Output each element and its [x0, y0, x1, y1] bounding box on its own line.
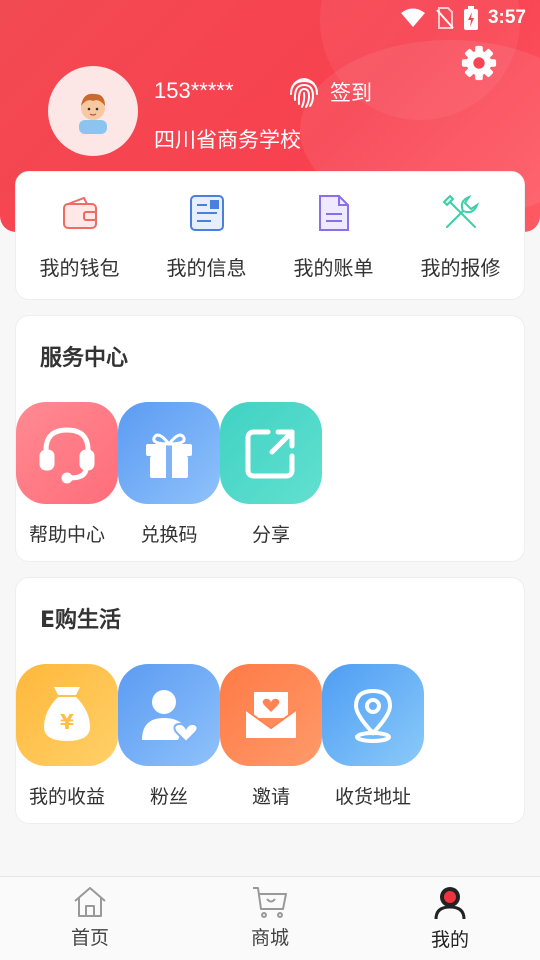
invite-tile[interactable]: 邀请 — [220, 664, 322, 809]
help-center-tile[interactable]: 帮助中心 — [16, 402, 118, 547]
invite-label: 邀请 — [251, 786, 290, 808]
bottom-tab-bar: 首页 商城 我的 — [0, 876, 540, 960]
tab-home-label: 首页 — [70, 927, 109, 949]
wifi-icon — [400, 8, 425, 27]
tab-mine[interactable]: 我的 — [360, 877, 540, 960]
share-icon — [245, 429, 295, 479]
status-time: 3:57 — [487, 7, 526, 28]
user-phone: 153***** — [154, 78, 234, 103]
shipping-address-tile[interactable]: 收货地址 — [322, 664, 424, 809]
fans-tile[interactable]: 粉丝 — [118, 664, 220, 809]
svg-text:¥: ¥ — [60, 710, 74, 734]
e-life-section: E购生活 ¥ 我的收益 粉丝 邀请 收货地址 — [15, 577, 525, 824]
fans-icon — [142, 690, 199, 744]
location-pin-icon — [353, 688, 393, 743]
quick-bill[interactable]: 我的账单 — [270, 172, 397, 299]
quick-info[interactable]: 我的信息 — [143, 172, 270, 299]
service-center-title: 服务中心 — [40, 346, 129, 371]
fans-label: 粉丝 — [149, 786, 188, 808]
quick-bill-label: 我的账单 — [293, 256, 374, 280]
tab-mall[interactable]: 商城 — [180, 877, 360, 960]
info-card-icon — [189, 195, 224, 231]
my-earnings-label: 我的收益 — [28, 786, 105, 808]
signin-button[interactable]: 签到 — [286, 74, 372, 110]
quick-wallet-label: 我的钱包 — [39, 256, 120, 280]
shipping-address-label: 收货地址 — [334, 786, 411, 808]
tab-mall-label: 商城 — [250, 927, 289, 949]
redeem-code-label: 兑换码 — [140, 524, 198, 546]
share-label: 分享 — [251, 524, 290, 546]
avatar[interactable] — [48, 66, 138, 156]
help-center-label: 帮助中心 — [28, 524, 105, 546]
headset-icon — [39, 427, 95, 484]
invite-mail-icon — [245, 692, 297, 738]
status-bar: 3:57 — [0, 0, 540, 36]
gift-icon — [146, 433, 192, 478]
quick-info-label: 我的信息 — [166, 256, 247, 280]
bill-document-icon — [318, 195, 349, 231]
e-life-title: E购生活 — [40, 608, 122, 633]
home-icon — [74, 887, 106, 917]
quick-wallet[interactable]: 我的钱包 — [16, 172, 143, 299]
my-earnings-tile[interactable]: ¥ 我的收益 — [16, 664, 118, 809]
avatar-boy-icon — [79, 93, 107, 134]
wallet-icon — [62, 196, 97, 229]
signin-label: 签到 — [330, 81, 372, 105]
gear-icon[interactable] — [460, 44, 498, 82]
redeem-code-tile[interactable]: 兑换码 — [118, 402, 220, 547]
tab-mine-label: 我的 — [430, 929, 469, 951]
cart-icon — [253, 887, 287, 918]
quick-repair[interactable]: 我的报修 — [397, 172, 524, 299]
profile-icon — [434, 887, 466, 920]
battery-charging-icon — [463, 6, 478, 30]
user-school: 四川省商务学校 — [154, 128, 301, 152]
quick-actions-card: 我的钱包 我的信息 我的账单 我的报修 — [15, 171, 525, 300]
share-tile[interactable]: 分享 — [220, 402, 322, 547]
fingerprint-icon — [290, 78, 318, 108]
repair-tools-icon — [442, 194, 479, 228]
money-bag-icon: ¥ — [44, 687, 90, 741]
tab-home[interactable]: 首页 — [0, 877, 180, 960]
quick-repair-label: 我的报修 — [420, 256, 501, 280]
no-sim-icon — [436, 7, 454, 29]
service-center-section: 服务中心 帮助中心 兑换码 分享 — [15, 315, 525, 562]
